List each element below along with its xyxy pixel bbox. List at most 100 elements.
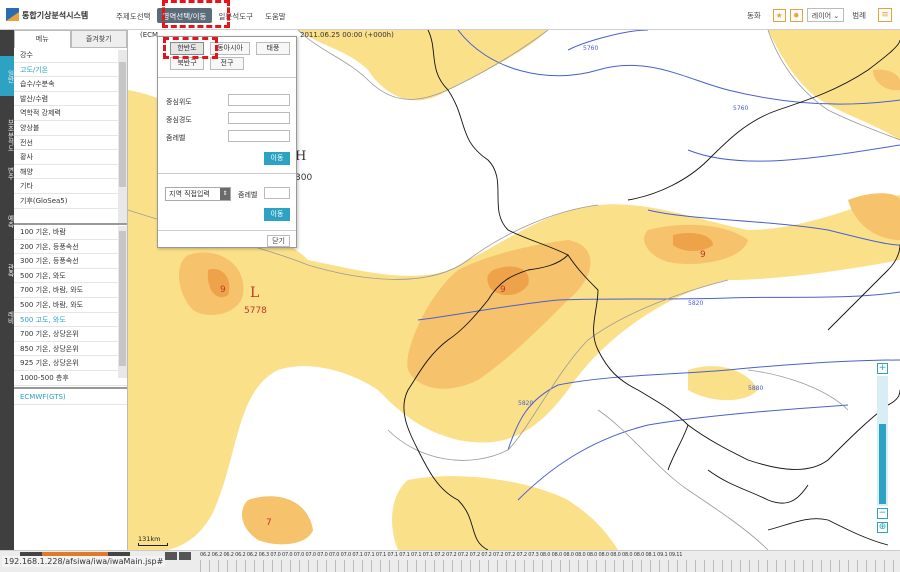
left-menu-panel: 메뉴 즐겨찾기 강수 고도/기온 습수/수분속 발산/수렴 역학적 강제력 양상블 전선 황사… [14,30,128,555]
menu-list-item[interactable]: 200 기온, 등풍속선 [14,240,127,255]
scale-label: 131km [138,535,161,543]
list-scrollbar[interactable] [118,226,127,378]
menu-list-item[interactable]: 강수 [14,48,127,63]
vorticity-shade-region [688,366,758,401]
low-pressure-label: L [250,285,259,301]
chevron-down-icon: ⌄ [833,12,840,20]
legend-button[interactable]: 범례 [852,10,866,21]
zoom-level-input[interactable] [228,130,290,142]
menu-list-item[interactable]: 500 기온, 와도 [14,269,127,284]
app-window: 통합기상분석시스템 주제도선택 영역선택/이동 일분석도구 도움말 동화 ★ ✸… [0,0,900,572]
menu-list-item[interactable]: 기후(GloSea5) [14,194,127,209]
vorticity-label: 9 [220,285,226,295]
map-header-time: 2011.06.25 00:00 (+000h) [300,31,394,39]
zoom-slider[interactable] [877,376,888,506]
map-header: (ECM 2011.06.25 00:00 (+000h) [140,31,394,39]
settings-gear-icon[interactable]: ✸ [789,8,803,22]
timeline-ticks[interactable] [200,560,896,572]
menu-list-item[interactable]: 발산/수렴 [14,92,127,107]
menu-list-categories: 강수 고도/기온 습수/수분속 발산/수렴 역학적 강제력 양상블 전선 황사 해양 기타 기후(G… [14,48,127,223]
center-lon-input[interactable] [228,112,290,124]
high-pressure-value: 300 [295,173,312,183]
menu-list-item[interactable]: 해양 [14,165,127,180]
popup-divider [158,230,296,231]
animate-button[interactable]: 동화 [747,10,761,21]
vorticity-shade-region [298,30,548,101]
status-bar: 06.2 06.2 06.2 06.2 06.2 06.3 07.0 07.0 … [0,550,900,572]
status-url: 192.168.1.228/afsiwa/iwa/iwaMain.jsp# [2,556,166,567]
highlight-region-menu [162,0,230,28]
height-contour [567,30,649,51]
strip-item-forecast[interactable]: 예측 [0,206,14,236]
scale-line [138,543,168,546]
menu-list-item[interactable]: 황사 [14,150,127,165]
center-lat-input[interactable] [228,94,290,106]
layer-dropdown[interactable]: 레이어 ⌄ [806,8,845,22]
strip-item-variables[interactable]: 변수 [0,158,14,188]
menu-list-item[interactable]: 역학적 강제력 [14,106,127,121]
zero-contour [597,409,769,550]
map-header-model: (ECM [140,31,159,39]
timeline-prev-button[interactable] [165,552,177,560]
menu-list-item[interactable]: 500 기온, 바람, 와도 [14,298,127,313]
menu-list-item[interactable]: 전선 [14,136,127,151]
timeline-labels[interactable]: 06.2 06.2 06.2 06.2 06.2 06.3 07.0 07.0 … [200,552,896,558]
favorite-star-icon[interactable]: ★ [772,8,786,22]
zoom-level-label: 줌레벨 [166,134,186,142]
region-button-typhoon[interactable]: 태풍 [256,42,290,55]
contour-label: 5760 [733,105,748,112]
popup-divider [158,77,296,78]
vorticity-label: 9 [700,250,706,260]
zoom-level-input-2[interactable] [264,187,290,199]
vorticity-shade-region [768,30,900,140]
zoom-extent-button[interactable]: ⊕ [877,522,888,533]
menu-list-item[interactable]: 925 기온, 상당온위 [14,356,127,371]
coastline [707,469,809,504]
contour-label: 5880 [748,385,763,392]
tab-menu[interactable]: 메뉴 [14,30,71,48]
go-button[interactable]: 이동 [264,152,290,165]
region-direct-input-select[interactable]: 지역 직접입력 ⇕ [165,187,231,201]
app-title: 통합기상분석시스템 [22,11,89,20]
zoom-out-button[interactable]: − [877,508,888,519]
menu-list-item[interactable]: 고도/기온 [14,63,127,78]
menu-list-item[interactable]: 1000-500 층후 [14,371,127,386]
go-button-2[interactable]: 이동 [264,208,290,221]
menu-list-item[interactable]: 기타 [14,179,127,194]
strip-item-general[interactable]: 일반 [0,56,14,96]
menu-list-item[interactable]: 850 기온, 상당온위 [14,342,127,357]
highlight-korea-button [163,37,218,59]
menu-list-item[interactable]: 양상블 [14,121,127,136]
list-scrollbar-thumb[interactable] [119,231,126,366]
list-scrollbar-thumb[interactable] [119,62,126,187]
strip-item-observation[interactable]: 관측 [0,255,14,285]
close-button[interactable]: 닫기 [267,235,290,247]
menu-theme-select[interactable]: 주제도선택 [110,8,157,23]
center-lat-label: 중심위도 [166,98,192,106]
menu-help[interactable]: 도움말 [259,8,292,23]
zoom-control: + − ⊕ [877,363,891,535]
zoom-slider-fill [879,424,886,504]
menu-list-item[interactable]: 700 기온, 바람, 와도 [14,283,127,298]
region-direct-input-label: 지역 직접입력 [169,190,210,198]
center-lon-label: 중심경도 [166,116,192,124]
menu-list-item[interactable]: 300 기온, 등풍속선 [14,254,127,269]
height-contour [687,144,900,162]
menu-list-models: ECMWF(GTS) [14,389,127,405]
app-logo-icon [6,8,19,21]
hamburger-menu-icon[interactable]: ≡ [878,8,892,22]
strip-item-radar[interactable]: 레비 [0,302,14,332]
menu-list-item[interactable]: ECMWF(GTS) [14,389,127,405]
menu-list-item[interactable]: 100 기온, 바람 [14,225,127,240]
menu-list-item[interactable]: 습수/수분속 [14,77,127,92]
vorticity-shade-region [392,476,618,550]
menu-list-item[interactable]: 700 기온, 상당온위 [14,327,127,342]
menu-list-item[interactable]: 500 고도, 와도 [14,313,127,328]
tab-favorites[interactable]: 즐겨찾기 [70,30,127,48]
popup-divider [158,173,296,174]
timeline-next-button[interactable] [179,552,191,560]
left-panel-tabs: 메뉴 즐겨찾기 [14,30,127,48]
zoom-in-button[interactable]: + [877,363,888,374]
list-scrollbar[interactable] [118,50,127,223]
low-pressure-value: 5778 [244,306,267,316]
